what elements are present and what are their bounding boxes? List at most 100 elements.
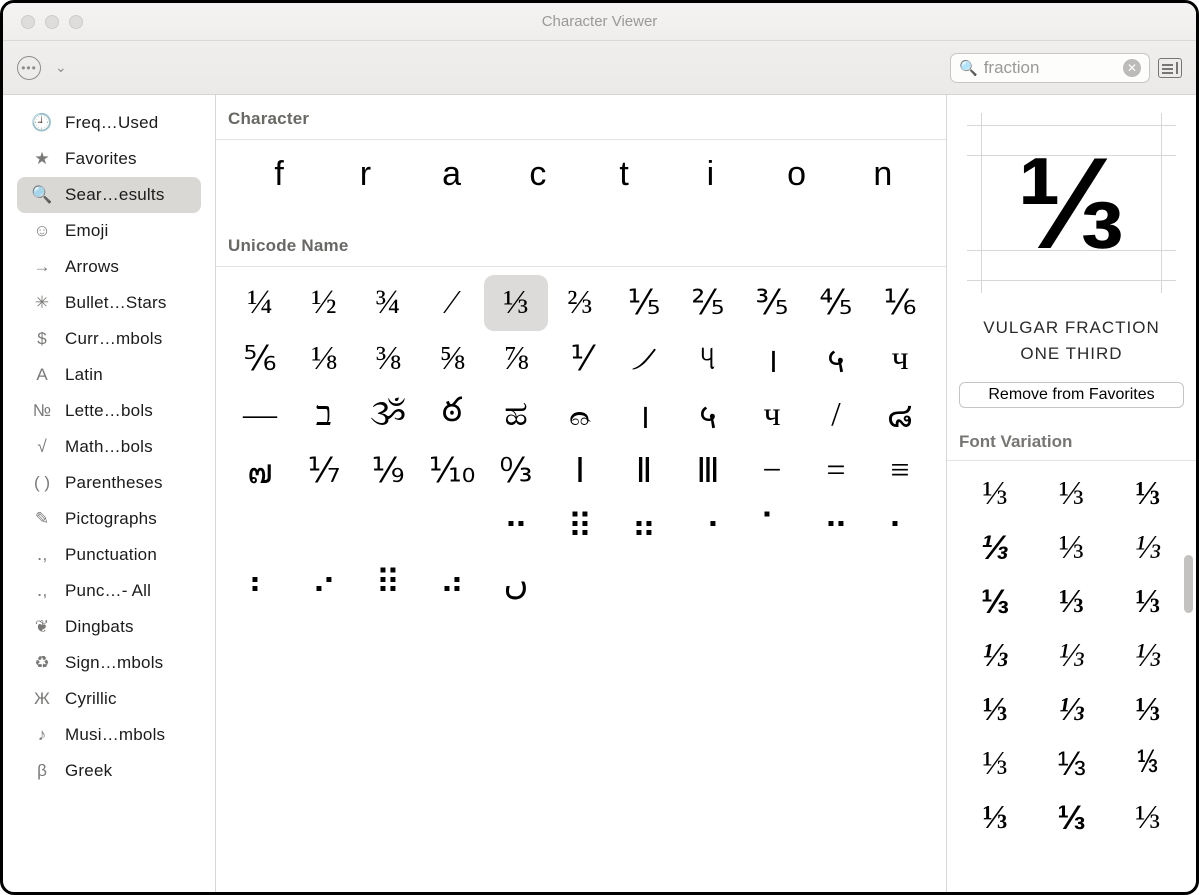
font-variation-cell[interactable]: ⅓ bbox=[957, 467, 1033, 521]
font-variation-cell[interactable]: ⅓ bbox=[1033, 467, 1109, 521]
unicode-cell[interactable]: ⅚ bbox=[228, 331, 292, 387]
font-variation-scroll[interactable]: ⅓⅓⅓⅓⅓⅓⅓⅓⅓⅓⅓⅓⅓⅓⅓⅓⅓⅓⅓⅓⅓ bbox=[947, 461, 1196, 892]
unicode-cell[interactable]: ב bbox=[292, 387, 356, 443]
unicode-cell[interactable]: ⅟ bbox=[548, 331, 612, 387]
sidebar-item-9[interactable]: √Math…bols bbox=[3, 429, 215, 465]
unicode-cell[interactable]: ⅔ bbox=[548, 275, 612, 331]
sidebar-item-15[interactable]: ♻Sign…mbols bbox=[3, 645, 215, 681]
unicode-cell[interactable]: ⠔ bbox=[292, 555, 356, 611]
unicode-cell[interactable]: ⅓ bbox=[484, 275, 548, 331]
unicode-cell[interactable]: ⁄ bbox=[420, 275, 484, 331]
unicode-cell[interactable] bbox=[292, 499, 356, 555]
unicode-cell[interactable] bbox=[356, 499, 420, 555]
unicode-cell[interactable] bbox=[804, 555, 868, 611]
unicode-cell[interactable] bbox=[228, 499, 292, 555]
unicode-cell[interactable] bbox=[676, 555, 740, 611]
close-dot[interactable] bbox=[21, 15, 35, 29]
chevron-down-icon[interactable]: ⌄ bbox=[49, 55, 73, 80]
unicode-cell[interactable]: Ⅰ bbox=[548, 443, 612, 499]
unicode-cell[interactable]: ⅝ bbox=[420, 331, 484, 387]
sidebar-item-7[interactable]: ALatin bbox=[3, 357, 215, 393]
unicode-cell[interactable]: Ⅱ bbox=[612, 443, 676, 499]
collapse-sidebar-icon[interactable] bbox=[1158, 58, 1182, 78]
font-variation-cell[interactable]: ⅓ bbox=[1110, 737, 1186, 791]
unicode-cell[interactable]: ¼ bbox=[228, 275, 292, 331]
unicode-cell[interactable]: ๗ bbox=[228, 443, 292, 499]
char-cell[interactable]: a bbox=[409, 146, 495, 202]
unicode-cell[interactable]: ୵ bbox=[612, 331, 676, 387]
sidebar-item-1[interactable]: ★Favorites bbox=[3, 141, 215, 177]
sidebar-item-17[interactable]: ♪Musi…mbols bbox=[3, 717, 215, 753]
font-variation-cell[interactable]: ⅓ bbox=[957, 629, 1033, 683]
search-input[interactable]: 🔍 fraction ✕ bbox=[950, 53, 1150, 83]
sidebar-item-11[interactable]: ✎Pictographs bbox=[3, 501, 215, 537]
char-cell[interactable]: t bbox=[581, 146, 667, 202]
minimize-dot[interactable] bbox=[45, 15, 59, 29]
unicode-cell[interactable]: । bbox=[740, 331, 804, 387]
sidebar-item-8[interactable]: №Lette…bols bbox=[3, 393, 215, 429]
unicode-cell[interactable] bbox=[740, 555, 804, 611]
char-cell[interactable]: i bbox=[667, 146, 753, 202]
sidebar-item-13[interactable]: ․,Punc…- All bbox=[3, 573, 215, 609]
sidebar-item-18[interactable]: βGreek bbox=[3, 753, 215, 789]
unicode-cell[interactable]: = bbox=[804, 443, 868, 499]
unicode-cell[interactable]: ⅙ bbox=[868, 275, 932, 331]
font-variation-cell[interactable]: ⅓ bbox=[957, 683, 1033, 737]
clear-search-icon[interactable]: ✕ bbox=[1123, 59, 1141, 77]
unicode-cell[interactable]: ⅛ bbox=[292, 331, 356, 387]
unicode-cell[interactable]: ↉ bbox=[484, 443, 548, 499]
unicode-cell[interactable]: ५ bbox=[804, 331, 868, 387]
unicode-cell[interactable]: ಹ bbox=[484, 387, 548, 443]
unicode-cell[interactable]: ⠒ bbox=[484, 499, 548, 555]
unicode-cell[interactable] bbox=[548, 555, 612, 611]
font-variation-cell[interactable]: ⅓ bbox=[1033, 629, 1109, 683]
unicode-cell[interactable]: ५ bbox=[676, 387, 740, 443]
unicode-cell[interactable]: ½ bbox=[292, 275, 356, 331]
unicode-cell[interactable]: ⠶ bbox=[612, 499, 676, 555]
font-variation-cell[interactable]: ⅓ bbox=[1033, 683, 1109, 737]
unicode-cell[interactable]: ⅕ bbox=[612, 275, 676, 331]
sidebar-item-4[interactable]: →Arrows bbox=[3, 249, 215, 285]
remove-favorite-button[interactable]: Remove from Favorites bbox=[959, 382, 1184, 408]
font-variation-cell[interactable]: ⅓ bbox=[957, 737, 1033, 791]
font-variation-cell[interactable]: ⅓ bbox=[1110, 467, 1186, 521]
font-variation-cell[interactable]: ⅓ bbox=[957, 521, 1033, 575]
unicode-cell[interactable]: ⅑ bbox=[356, 443, 420, 499]
char-cell[interactable]: o bbox=[754, 146, 840, 202]
unicode-cell[interactable] bbox=[420, 499, 484, 555]
unicode-cell[interactable]: ⅞ bbox=[484, 331, 548, 387]
unicode-cell[interactable]: ఠ bbox=[420, 387, 484, 443]
unicode-cell[interactable]: ≡ bbox=[868, 443, 932, 499]
unicode-cell[interactable]: ¾ bbox=[356, 275, 420, 331]
unicode-cell[interactable]: ⠂ bbox=[868, 499, 932, 555]
unicode-cell[interactable]: । bbox=[612, 387, 676, 443]
char-cell[interactable]: f bbox=[236, 146, 322, 202]
font-variation-cell[interactable]: ⅓ bbox=[1033, 521, 1109, 575]
sidebar-item-5[interactable]: ✳Bullet…Stars bbox=[3, 285, 215, 321]
font-variation-cell[interactable]: ⅓ bbox=[1110, 575, 1186, 629]
unicode-cell[interactable]: ⠆ bbox=[228, 555, 292, 611]
sidebar-item-10[interactable]: ( )Parentheses bbox=[3, 465, 215, 501]
sidebar-item-0[interactable]: 🕘Freq…Used bbox=[3, 105, 215, 141]
unicode-cell[interactable]: ⅜ bbox=[356, 331, 420, 387]
font-variation-cell[interactable]: ⅓ bbox=[957, 791, 1033, 845]
unicode-cell[interactable]: / bbox=[804, 387, 868, 443]
more-actions-icon[interactable]: ••• bbox=[17, 56, 41, 80]
unicode-cell[interactable]: ⠁ bbox=[740, 499, 804, 555]
unicode-cell[interactable]: ⠐ bbox=[676, 499, 740, 555]
unicode-cell[interactable]: ⅒ bbox=[420, 443, 484, 499]
unicode-cell[interactable]: ч bbox=[740, 387, 804, 443]
unicode-cell[interactable]: Ⅲ bbox=[676, 443, 740, 499]
font-variation-cell[interactable]: ⅓ bbox=[1110, 521, 1186, 575]
sidebar-item-2[interactable]: 🔍Sear…esults bbox=[17, 177, 201, 213]
unicode-cell[interactable]: ⠿ bbox=[548, 499, 612, 555]
unicode-cell[interactable]: ⠴ bbox=[420, 555, 484, 611]
unicode-cell[interactable]: ๘ bbox=[868, 387, 932, 443]
zoom-dot[interactable] bbox=[69, 15, 83, 29]
unicode-cell[interactable]: ⠿ bbox=[356, 555, 420, 611]
font-variation-cell[interactable]: ⅓ bbox=[1110, 791, 1186, 845]
unicode-cell[interactable] bbox=[612, 555, 676, 611]
unicode-cell[interactable]: ں bbox=[484, 555, 548, 611]
font-variation-cell[interactable]: ⅓ bbox=[1110, 683, 1186, 737]
font-variation-cell[interactable]: ⅓ bbox=[1033, 791, 1109, 845]
